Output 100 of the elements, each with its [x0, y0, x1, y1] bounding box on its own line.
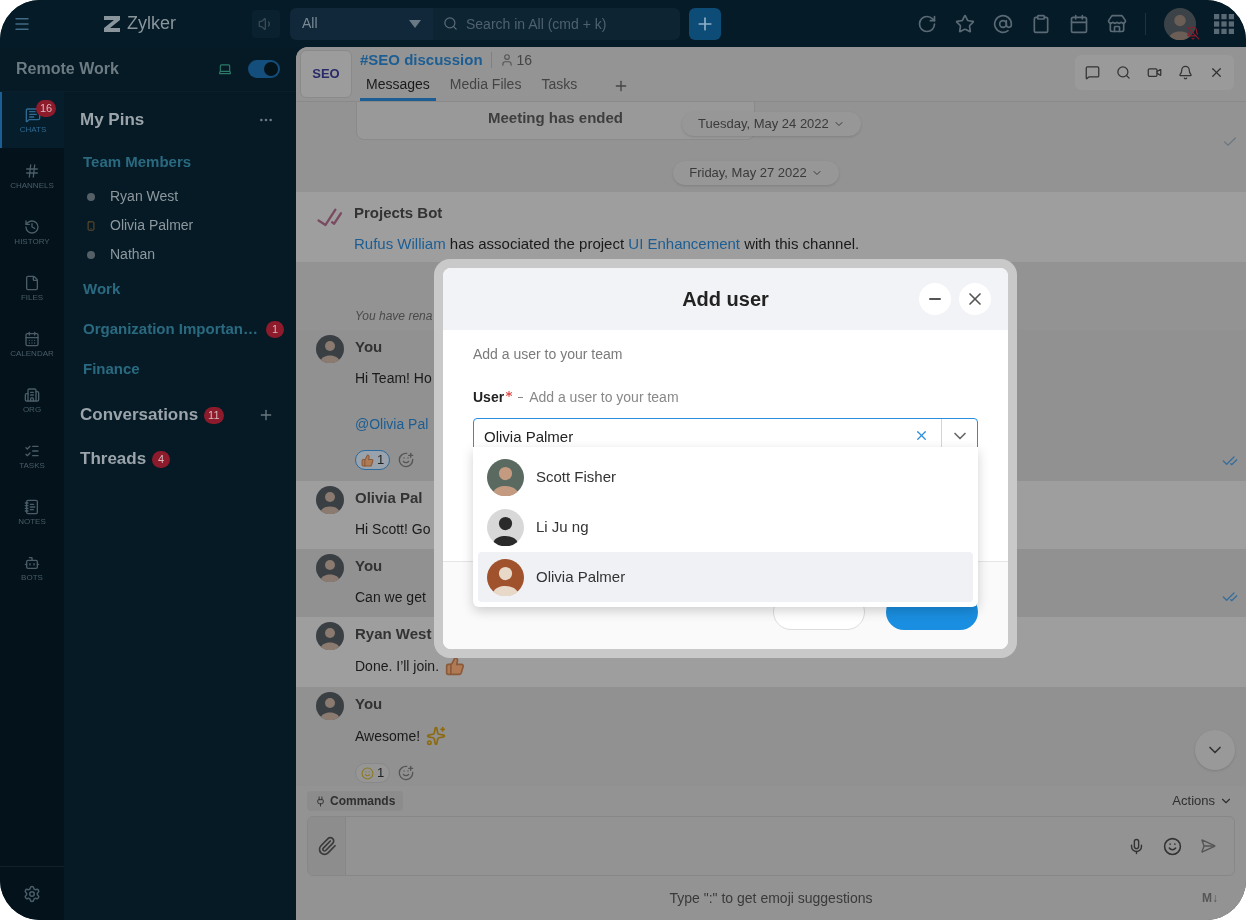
section-title[interactable]: Threads: [80, 446, 147, 472]
dialog-subtitle: Add a user to your team: [473, 345, 624, 364]
search-field[interactable]: Search in All (cmd + k): [433, 7, 680, 40]
store-icon[interactable]: [1107, 13, 1127, 34]
dialog-title: Add user: [682, 287, 769, 312]
app-name: Zylker: [127, 12, 176, 35]
count-badge: 1: [266, 320, 284, 338]
sender-name: You: [355, 557, 384, 575]
channel-tab[interactable]: Media Files: [443, 71, 528, 101]
members-icon: [499, 53, 514, 67]
rail-tab[interactable]: TASKS: [0, 428, 64, 484]
field-hint: Add a user to your team: [529, 388, 679, 407]
rail-tab[interactable]: BOTS: [0, 540, 64, 596]
avatar: [316, 554, 344, 582]
channel-tab[interactable]: Tasks: [535, 71, 584, 101]
count-badge: 16: [36, 100, 57, 117]
avatar: [316, 335, 344, 363]
sender-name: Olivia Pal: [355, 489, 424, 507]
channel-name[interactable]: #SEO discussion: [360, 48, 483, 72]
mention-icon[interactable]: [993, 13, 1013, 34]
system-note: You have rena: [355, 309, 433, 323]
notebook-icon: [24, 498, 40, 515]
rail-tab[interactable]: HISTORY: [0, 204, 64, 260]
avatar: [316, 692, 344, 720]
minimize-button[interactable]: [919, 283, 951, 315]
member-count: 16: [516, 50, 533, 70]
scope-dropdown[interactable]: All: [290, 7, 433, 40]
field-label: User: [473, 388, 505, 407]
message-text: Rufus William has associated the project UI Enhancement with this channel.: [354, 235, 860, 253]
message-text: Hi Scott! Go: [355, 520, 431, 538]
rail-tab[interactable]: CHANNELS: [0, 148, 64, 204]
status-toggle[interactable]: [248, 60, 280, 78]
avatar: [487, 508, 524, 546]
user-option[interactable]: Olivia Palmer: [478, 552, 973, 602]
reaction-chip[interactable]: 1: [355, 450, 391, 470]
date-pill[interactable]: Tuesday, May 24 2022: [682, 112, 861, 136]
rail-tab[interactable]: CALENDAR: [0, 316, 64, 372]
commands-chip[interactable]: Commands: [307, 791, 404, 811]
chat-icon: [25, 106, 41, 123]
comment-icon[interactable]: [1085, 64, 1100, 80]
member-name[interactable]: Ryan West: [110, 186, 179, 207]
actions-menu[interactable]: Actions: [1172, 791, 1235, 811]
add-icon[interactable]: [258, 407, 274, 423]
avatar: [487, 558, 524, 596]
link[interactable]: UI Enhancement: [628, 235, 741, 252]
sender-name: Projects Bot: [354, 204, 444, 222]
laptop-icon: [218, 62, 232, 76]
star-icon[interactable]: [955, 13, 975, 34]
avatar: [316, 486, 344, 514]
count-badge: 4: [152, 450, 171, 468]
close-button[interactable]: [959, 283, 991, 315]
avatar: [316, 622, 344, 650]
workspace-name: Remote Work: [16, 59, 119, 79]
minus-icon: [929, 298, 941, 300]
rail-tab[interactable]: CHATS 16: [0, 92, 64, 148]
new-button[interactable]: [689, 7, 721, 40]
link[interactable]: Rufus William: [354, 235, 446, 252]
rail-tab[interactable]: NOTES: [0, 484, 64, 540]
message-text: Hi Team! Ho: [355, 369, 432, 387]
pin-group[interactable]: Team Members: [83, 150, 192, 174]
message-text: Done. I’ll join.: [355, 657, 440, 675]
app-grid-icon[interactable]: [1214, 13, 1234, 34]
muted-bell-icon: [1186, 25, 1200, 40]
clipboard-icon[interactable]: [1031, 13, 1051, 34]
channel-logo: SEO: [300, 50, 352, 98]
search-icon[interactable]: [1116, 64, 1131, 80]
add-reaction-icon[interactable]: [398, 452, 415, 468]
search-icon: [443, 15, 458, 31]
pin-group[interactable]: Organization Importan…: [83, 317, 258, 341]
plug-icon: [315, 795, 326, 807]
building-icon: [24, 386, 40, 403]
sender-name: You: [355, 695, 384, 713]
message-text: Awesome!: [355, 727, 421, 745]
message-text: Can we get: [355, 588, 426, 606]
avatar: [487, 458, 524, 496]
member-name[interactable]: Olivia Palmer: [110, 215, 194, 236]
settings-icon[interactable]: [23, 884, 41, 903]
markdown-label: M↓: [1202, 890, 1218, 907]
pin-group[interactable]: Work: [83, 277, 121, 301]
member-name[interactable]: Nathan: [110, 244, 156, 265]
add-reaction-icon[interactable]: [398, 765, 415, 781]
meeting-status: Meeting has ended: [488, 107, 623, 128]
bell-icon[interactable]: [1178, 64, 1193, 80]
date-pill[interactable]: Friday, May 27 2022: [673, 160, 839, 185]
robot-icon: [24, 554, 40, 571]
rail-tab[interactable]: ORG: [0, 372, 64, 428]
reaction-chip[interactable]: 1: [355, 763, 391, 783]
avatar: [1164, 7, 1196, 40]
calendar-icon[interactable]: [1069, 13, 1089, 34]
required-icon: [506, 390, 513, 397]
rail-tab[interactable]: FILES: [0, 260, 64, 316]
file-icon: [24, 274, 40, 291]
history-icon: [24, 218, 40, 235]
section-title: My Pins: [80, 109, 145, 132]
clear-icon[interactable]: [914, 428, 929, 443]
section-title[interactable]: Conversations: [80, 402, 199, 428]
hash-icon: [24, 162, 40, 179]
mention-link[interactable]: @Olivia Pal: [355, 415, 429, 433]
pin-group[interactable]: Finance: [83, 357, 140, 381]
emoji-hint: Type ":" to get emoji suggestions: [669, 888, 873, 908]
